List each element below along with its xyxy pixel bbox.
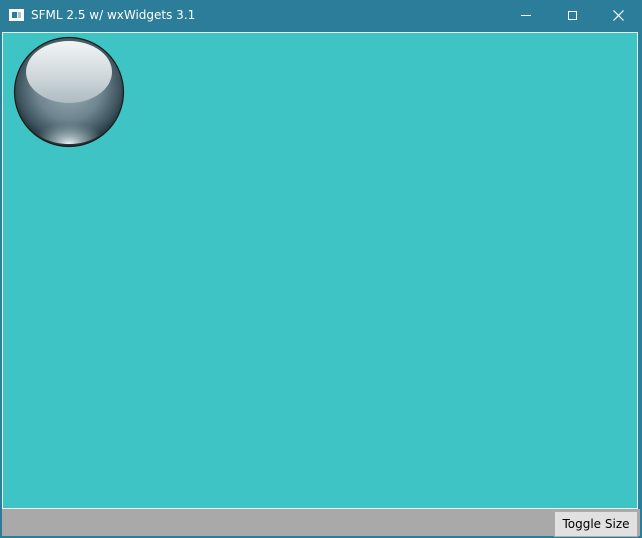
ball-top-highlight xyxy=(26,41,112,103)
canvas-surface[interactable] xyxy=(3,33,637,508)
glass-ball-sprite xyxy=(13,36,125,148)
sfml-render-canvas[interactable] xyxy=(2,32,638,509)
window-title: SFML 2.5 w/ wxWidgets 3.1 xyxy=(31,8,196,22)
minimize-icon xyxy=(521,15,531,16)
app-icon-pane xyxy=(12,12,17,18)
close-button[interactable] xyxy=(595,0,641,31)
app-icon-pane-secondary xyxy=(18,12,21,18)
toggle-size-button[interactable]: Toggle Size xyxy=(554,511,638,537)
bottom-bar: Toggle Size xyxy=(2,509,640,537)
app-window: SFML 2.5 w/ wxWidgets 3.1 Toggle Size xyxy=(0,0,642,538)
close-icon xyxy=(612,10,624,21)
title-bar[interactable]: SFML 2.5 w/ wxWidgets 3.1 xyxy=(0,0,642,31)
maximize-button[interactable] xyxy=(549,0,595,31)
app-icon[interactable] xyxy=(9,9,24,21)
maximize-icon xyxy=(567,11,577,20)
minimize-button[interactable] xyxy=(503,0,549,31)
ball-bottom-glow xyxy=(31,100,107,144)
